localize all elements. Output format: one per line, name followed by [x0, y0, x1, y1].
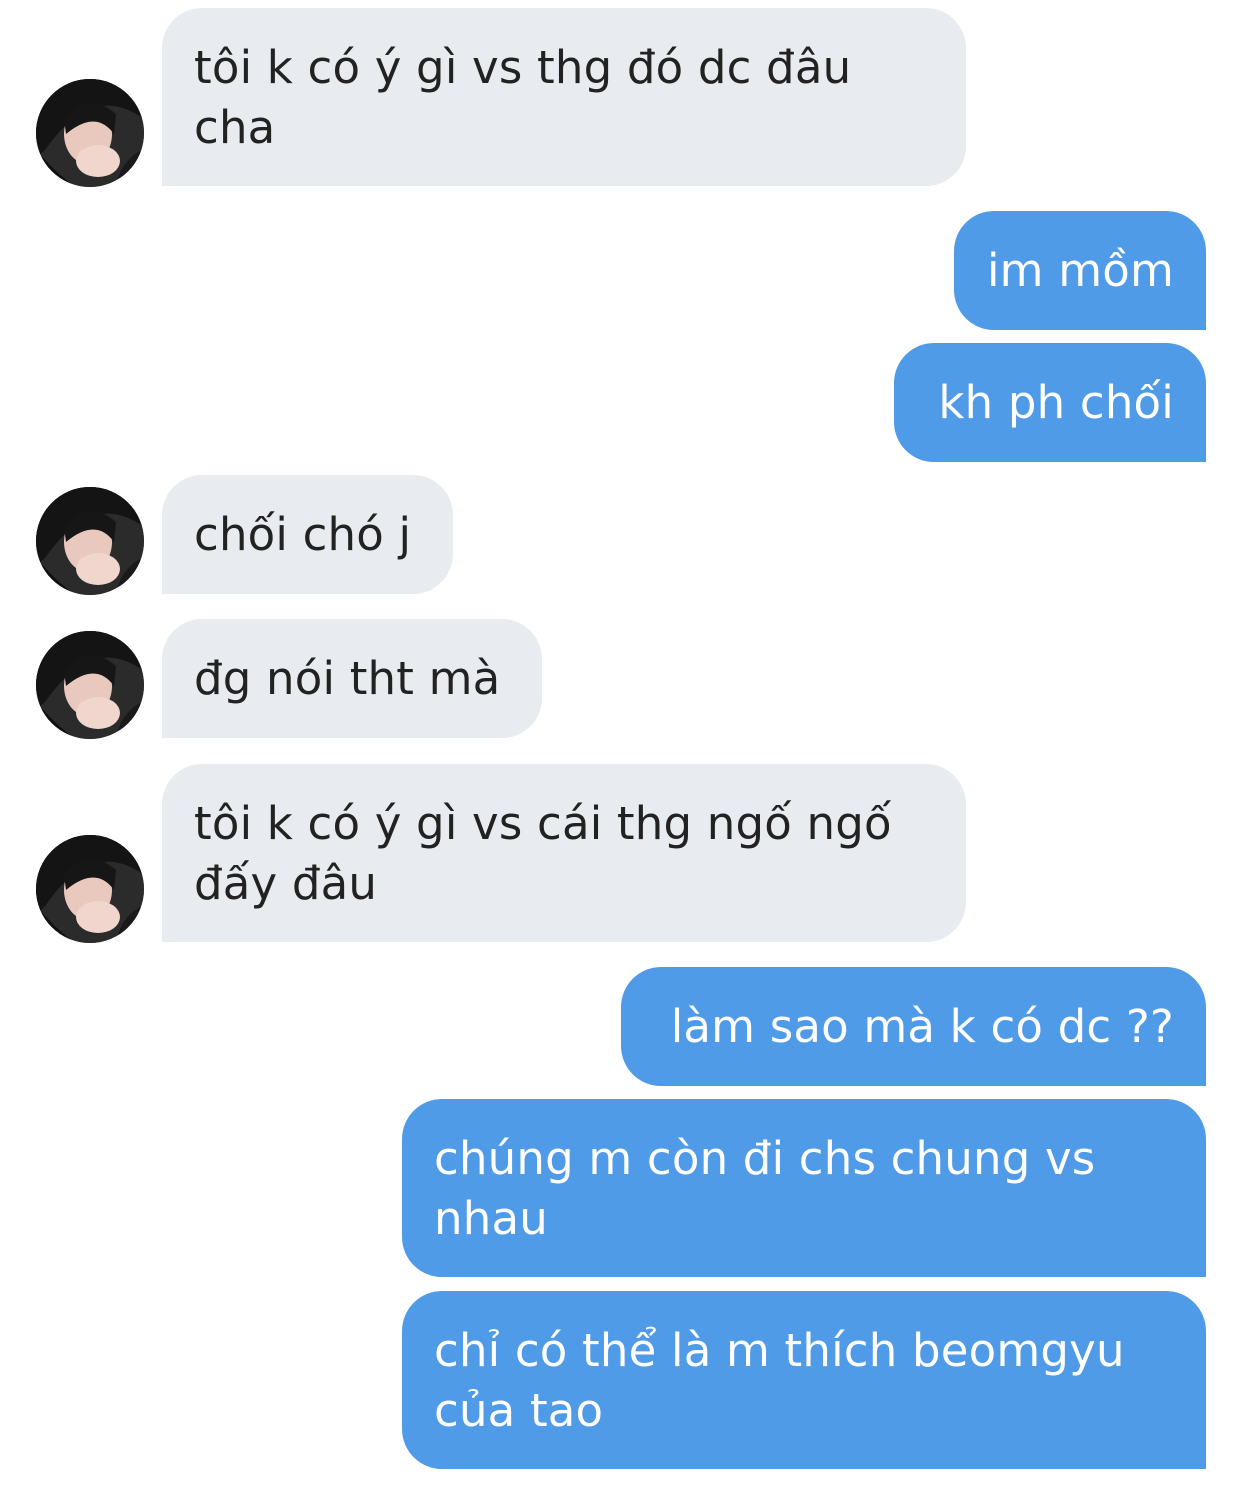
- profile-photo-avatar-icon: [36, 631, 144, 739]
- message-line: của tao: [434, 1384, 604, 1437]
- message-bubble-outgoing[interactable]: im mồm: [954, 211, 1206, 330]
- message-bubble-outgoing[interactable]: chúng m còn đi chs chung vs nhau: [402, 1099, 1206, 1277]
- message-line: đg nói tht mà: [194, 652, 501, 705]
- avatar[interactable]: [36, 79, 144, 187]
- message-bubble-incoming[interactable]: chối chó j: [162, 475, 453, 594]
- profile-photo-avatar-icon: [36, 79, 144, 187]
- message-line: tôi k có ý gì vs thg đó dc đâu: [194, 41, 852, 94]
- message-bubble-incoming[interactable]: tôi k có ý gì vs thg đó dc đâu cha: [162, 8, 966, 186]
- message-bubble-incoming[interactable]: đg nói tht mà: [162, 619, 542, 738]
- message-line: chối chó j: [194, 508, 412, 561]
- avatar[interactable]: [36, 631, 144, 739]
- message-bubble-incoming[interactable]: tôi k có ý gì vs cái thg ngố ngố đấy đâu: [162, 764, 966, 942]
- message-line: chúng m còn đi chs chung vs: [434, 1132, 1096, 1185]
- message-line: im mồm: [986, 244, 1174, 297]
- message-bubble-outgoing[interactable]: làm sao mà k có dc ??: [621, 967, 1206, 1086]
- message-line: chỉ có thể là m thích beomgyu: [434, 1324, 1125, 1377]
- message-line: tôi k có ý gì vs cái thg ngố ngố: [194, 797, 892, 850]
- avatar[interactable]: [36, 487, 144, 595]
- profile-photo-avatar-icon: [36, 487, 144, 595]
- message-line: đấy đâu: [194, 857, 378, 910]
- message-line: cha: [194, 101, 276, 154]
- avatar[interactable]: [36, 835, 144, 943]
- message-line: kh ph chối: [938, 376, 1174, 429]
- message-line: làm sao mà k có dc ??: [670, 1000, 1174, 1053]
- message-bubble-outgoing[interactable]: chỉ có thể là m thích beomgyu của tao: [402, 1291, 1206, 1469]
- message-bubble-outgoing[interactable]: kh ph chối: [894, 343, 1206, 462]
- message-line: nhau: [434, 1192, 548, 1245]
- profile-photo-avatar-icon: [36, 835, 144, 943]
